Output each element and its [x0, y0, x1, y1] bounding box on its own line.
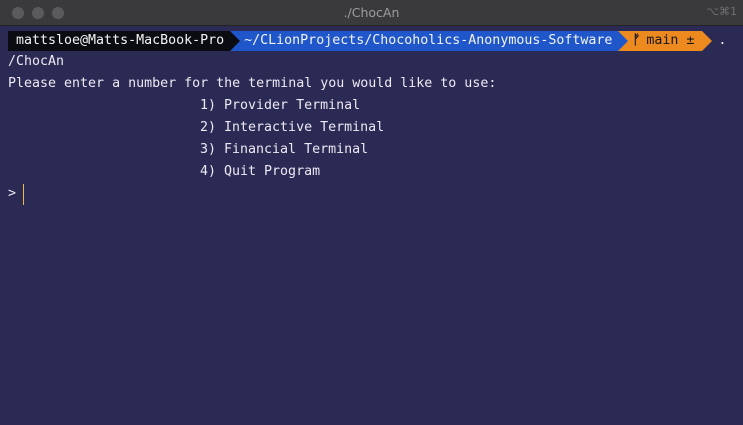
- cwd-line: /ChocAn: [8, 54, 65, 69]
- prompt-branch: main ±: [646, 33, 695, 48]
- segment-separator-arrow: [618, 31, 629, 51]
- terminal-content[interactable]: mattsloe@Matts-MacBook-Pro ~/CLionProjec…: [0, 26, 743, 425]
- menu-instruction: Please enter a number for the terminal y…: [8, 76, 497, 91]
- prompt-user-host: mattsloe@Matts-MacBook-Pro: [16, 33, 225, 48]
- terminal-window: ./ChocAn ⌥⌘1 mattsloe@Matts-MacBook-Pro …: [0, 0, 743, 425]
- shell-prompt: mattsloe@Matts-MacBook-Pro ~/CLionProjec…: [8, 31, 726, 51]
- title-bar: ./ChocAn ⌥⌘1: [0, 0, 743, 26]
- menu-option-interactive: 2) Interactive Terminal: [200, 120, 385, 135]
- window-shortcut: ⌥⌘1: [706, 5, 737, 18]
- git-branch-icon: ᚠ: [632, 33, 641, 48]
- prompt-path-segment: ~/CLionProjects/Chocoholics-Anonymous-So…: [230, 31, 629, 51]
- window-title: ./ChocAn: [343, 5, 400, 20]
- prompt-user-host-segment: mattsloe@Matts-MacBook-Pro: [8, 31, 241, 51]
- prompt-path: ~/CLionProjects/Chocoholics-Anonymous-So…: [244, 33, 613, 48]
- input-prompt: >: [8, 186, 17, 201]
- text-cursor[interactable]: [23, 184, 24, 205]
- prompt-git-segment: ᚠ main ±: [618, 31, 713, 51]
- segment-separator-arrow: [230, 31, 241, 51]
- menu-option-quit: 4) Quit Program: [200, 164, 321, 179]
- menu-option-financial: 3) Financial Terminal: [200, 142, 369, 157]
- menu-option-provider: 1) Provider Terminal: [200, 98, 361, 113]
- segment-separator-arrow: [702, 31, 713, 51]
